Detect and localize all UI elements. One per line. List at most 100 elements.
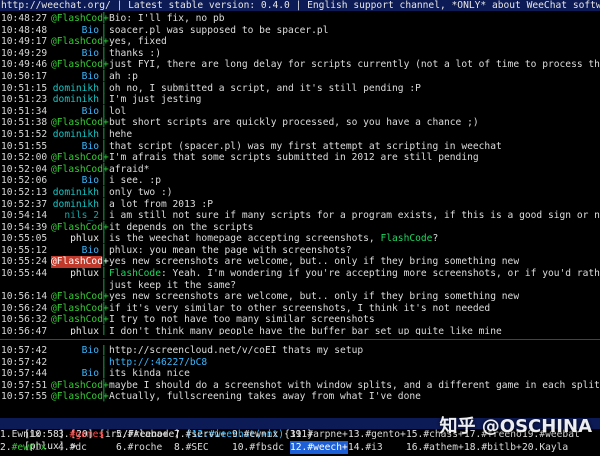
timestamp: 10:51:55	[1, 140, 48, 152]
nick[interactable]: dominikh	[51, 199, 101, 211]
nick[interactable]: Bio	[51, 175, 101, 187]
timestamp: 10:55:05	[1, 233, 48, 245]
message-body: i am still not sure if many scripts for …	[109, 210, 600, 222]
line-separator: │	[101, 326, 107, 335]
buffer-item[interactable]: 20.Kayla	[522, 441, 580, 454]
nick[interactable]: Bio	[51, 245, 101, 257]
buffer-number: 11.	[290, 429, 308, 440]
nick[interactable]: @FlashCod+	[51, 36, 109, 48]
timestamp: 10:49:46	[1, 59, 48, 71]
buffer-item[interactable]: 4.#dc	[58, 441, 116, 454]
nick[interactable]: phlux	[51, 326, 101, 335]
nick[interactable]	[51, 280, 101, 292]
nick[interactable]: @FlashCod+	[51, 164, 109, 176]
message-text: i see. :p	[109, 175, 161, 187]
buffer-item[interactable]: 2.#ewnix	[0, 441, 58, 454]
buffer-item[interactable]: 3.#games	[58, 428, 116, 441]
line-separator: │	[101, 198, 107, 210]
nick[interactable]: Bio	[51, 345, 101, 357]
message-body: hehe	[109, 128, 133, 140]
buffer-item[interactable]: 10.#fbsdc	[232, 441, 290, 454]
message-body: oh no, I submitted a script, and it's st…	[109, 82, 421, 94]
line-separator: │	[101, 391, 107, 403]
timestamp: 10:56:32	[1, 314, 48, 326]
buffer-item[interactable]: 18.#bitlb+	[464, 441, 522, 454]
buffer-name: #Alaba+	[127, 429, 168, 440]
message-body: is the weechat homepage accepting screen…	[109, 233, 381, 245]
nick[interactable]: @FlashCod+	[51, 380, 109, 392]
buffer-name: #arpne+	[307, 429, 348, 440]
message-text: ah :p	[109, 71, 138, 83]
buffer-item[interactable]: 1.Ewnix	[0, 428, 58, 441]
nick[interactable]: Bio	[51, 141, 101, 153]
message-text: oh no, I submitted a script, and it's st…	[109, 83, 421, 95]
buffer-item[interactable]: 6.#roche	[116, 441, 174, 454]
nick[interactable]: Bio	[51, 71, 101, 83]
chat-line: 10:51:23 dominikh │ I'm just jesting	[0, 94, 600, 106]
link-text[interactable]: :46227/bC8	[149, 357, 207, 368]
message-text: hehe	[109, 129, 132, 141]
line-separator: │	[101, 368, 107, 380]
timestamp: 10:49:29	[1, 47, 48, 59]
message-body: ah :p	[109, 70, 138, 82]
buffer-item[interactable]: 9.#ewnix	[232, 428, 290, 441]
message-body: that script (spacer.pl) was my first att…	[109, 140, 502, 152]
nick[interactable]: @FlashCod+	[51, 303, 109, 315]
message-text: I try to not have too many similar scree…	[109, 314, 375, 326]
buffer-item[interactable]: 14.#i3	[348, 441, 406, 454]
timestamp: 10:54:39	[1, 221, 48, 233]
nick[interactable]: Bio	[51, 48, 101, 60]
buffer-item[interactable]: 5.#Alaba+	[116, 428, 174, 441]
chat-line: 10:55:24 @FlashCod+ │ yes new screenshots a…	[0, 256, 600, 269]
nick[interactable]: Bio	[51, 106, 101, 118]
nick[interactable]: dominikh	[51, 83, 101, 95]
buffer-name: #servi+	[185, 429, 226, 440]
nick[interactable]: @FlashCod+	[51, 256, 109, 269]
buffer-item[interactable]: 7.#servi+	[174, 428, 232, 441]
nick[interactable]: @FlashCod+	[51, 291, 109, 303]
buffer-number: 10.	[232, 442, 250, 453]
message-text: it depends on the scripts	[109, 222, 253, 234]
buffer-item[interactable]: 12.#weech+	[290, 441, 348, 454]
chat-line: 10:57:51 @FlashCod+ │ maybe I should do a s…	[0, 380, 600, 392]
nick[interactable]	[51, 357, 101, 369]
chat-log-recent[interactable]: 10:57:42 Bio │ http://screencloud.net/v/coE…	[0, 345, 600, 418]
buffer-number: 1.	[0, 429, 12, 440]
message-text: i am still not sure if many scripts for …	[109, 210, 600, 222]
buffer-number: 8.	[174, 442, 186, 453]
nick[interactable]: @FlashCod+	[51, 152, 109, 164]
timestamp: 10:57:51	[1, 379, 48, 391]
nick[interactable]: @FlashCod+	[51, 13, 109, 25]
buffer-name: #ewnix	[11, 442, 47, 453]
nick[interactable]: dominikh	[51, 94, 101, 106]
line-separator: │	[101, 244, 107, 256]
line-separator: │	[101, 256, 107, 268]
nick[interactable]: Bio	[51, 368, 101, 380]
nick[interactable]: nils_2	[51, 210, 101, 222]
timestamp	[0, 280, 51, 292]
nick[interactable]: @FlashCod+	[51, 391, 109, 403]
buffer-item[interactable]: 11.#arpne+	[290, 428, 348, 441]
line-separator: │	[101, 105, 107, 117]
nick[interactable]: @FlashCod+	[51, 59, 109, 71]
nick[interactable]: @FlashCod+	[51, 314, 109, 326]
line-separator: │	[101, 314, 107, 326]
buffer-item[interactable]: 13.#gento+	[348, 428, 406, 441]
nick[interactable]: @FlashCod+	[51, 222, 109, 234]
chat-log[interactable]: 10:48:27 @FlashCod+ │ Bio: I'll fix, no pb 1…	[0, 11, 600, 335]
message-text: thanks :)	[109, 48, 161, 60]
nick[interactable]: @FlashCod+	[51, 117, 109, 129]
timestamp: 10:51:34	[1, 105, 48, 117]
buffer-item[interactable]: 8.#SEC	[174, 441, 232, 454]
nick[interactable]: phlux	[51, 233, 101, 245]
message-text: yes, fixed	[109, 36, 167, 48]
buffer-name: Kayla	[539, 442, 569, 453]
nick[interactable]: Bio	[51, 25, 101, 37]
timestamp: 10:57:55	[1, 391, 48, 403]
nick[interactable]: dominikh	[51, 187, 101, 199]
nick[interactable]: phlux	[51, 268, 101, 280]
nick[interactable]: dominikh	[51, 129, 101, 141]
line-separator: │	[101, 186, 107, 198]
timestamp: 10:54:14	[1, 210, 48, 222]
buffer-item[interactable]: 16.#athem+	[406, 441, 464, 454]
